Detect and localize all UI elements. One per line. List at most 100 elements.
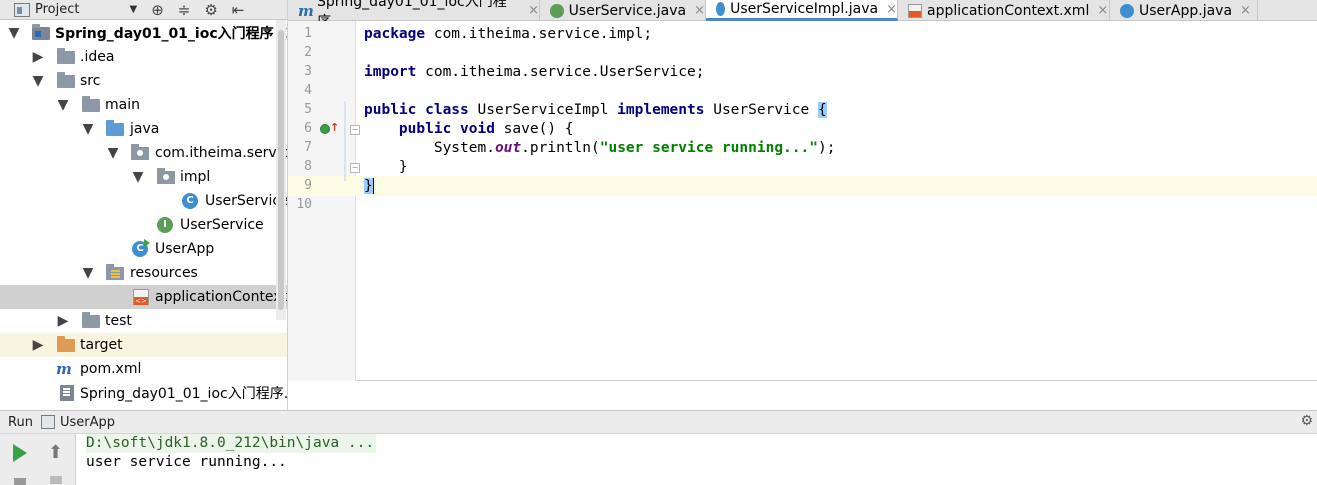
line-number: 7 bbox=[304, 140, 312, 155]
tree-item-idea[interactable]: ▶ .idea bbox=[0, 45, 287, 69]
fold-toggle-icon[interactable]: − bbox=[350, 163, 360, 173]
run-config-icon bbox=[40, 415, 55, 429]
excluded-folder-icon bbox=[57, 336, 75, 353]
xml-file-icon bbox=[908, 3, 922, 18]
line-number: 1 bbox=[304, 26, 312, 41]
rerun-play-icon[interactable] bbox=[13, 444, 27, 462]
expand-arrow-icon[interactable]: ▼ bbox=[82, 266, 94, 280]
close-icon[interactable]: × bbox=[1097, 3, 1108, 18]
project-panel-title[interactable]: Project bbox=[35, 2, 79, 17]
tree-item-iml[interactable]: Spring_day01_01_ioc入门程序.im bbox=[0, 381, 287, 405]
line-number: 6 bbox=[304, 121, 312, 136]
settings-gear-icon[interactable]: ⚙ bbox=[1300, 413, 1313, 429]
expand-arrow-icon[interactable]: ▼ bbox=[82, 122, 94, 136]
tree-item-package-impl[interactable]: ▼ impl bbox=[0, 165, 287, 189]
project-tree-scrollbar[interactable] bbox=[276, 20, 286, 320]
tab-userservice[interactable]: UserService.java × bbox=[540, 0, 706, 21]
tree-item-java[interactable]: ▼ java bbox=[0, 117, 287, 141]
expand-arrow-icon[interactable]: ▶ bbox=[57, 314, 69, 328]
line-number: 10 bbox=[296, 197, 312, 212]
stop-icon[interactable] bbox=[14, 478, 26, 485]
maven-icon: m bbox=[56, 361, 74, 377]
code-text: ); bbox=[817, 140, 836, 156]
expand-arrow-icon[interactable]: ▼ bbox=[57, 98, 69, 112]
code-text: save() { bbox=[494, 121, 574, 137]
string-literal: "user service running..." bbox=[599, 140, 818, 156]
tree-item-label: UserService bbox=[180, 217, 264, 233]
expand-arrow-icon[interactable]: ▼ bbox=[32, 74, 44, 88]
resources-folder-icon bbox=[106, 264, 124, 281]
tree-item-package-service[interactable]: ▼ com.itheima.service bbox=[0, 141, 287, 165]
implements-method-marker-icon[interactable] bbox=[320, 124, 330, 134]
tab-applicationcontext[interactable]: applicationContext.xml × bbox=[898, 0, 1110, 21]
tree-item-target[interactable]: ▶ target bbox=[0, 333, 287, 357]
close-icon[interactable]: × bbox=[886, 2, 897, 17]
expand-arrow-icon[interactable]: ▶ bbox=[32, 338, 44, 352]
caret-row-highlight bbox=[356, 176, 1317, 196]
line-number: 9 bbox=[304, 178, 312, 193]
tree-item-userapp[interactable]: C UserApp bbox=[0, 237, 287, 261]
project-view-icon bbox=[14, 2, 30, 17]
class-icon bbox=[716, 2, 726, 16]
tree-item-userserviceimpl[interactable]: C UserServiceI bbox=[0, 189, 287, 213]
settings-gear-icon[interactable]: ⚙ bbox=[204, 0, 217, 20]
scroll-down-icon[interactable] bbox=[50, 476, 62, 484]
expand-arrow-icon[interactable]: ▼ bbox=[132, 170, 144, 184]
run-window-title[interactable]: Run bbox=[8, 415, 33, 430]
tab-userserviceimpl[interactable]: UserServiceImpl.java × bbox=[706, 0, 898, 21]
close-icon[interactable]: × bbox=[694, 3, 705, 18]
expand-arrow-icon[interactable]: ▼ bbox=[107, 146, 119, 160]
method-scope-indicator bbox=[344, 101, 346, 181]
run-console-output[interactable]: D:\soft\jdk1.8.0_212\bin\java ... user s… bbox=[76, 434, 1317, 485]
console-line-command: D:\soft\jdk1.8.0_212\bin\java ... bbox=[86, 434, 377, 453]
code-line-1: package com.itheima.service.impl; bbox=[364, 25, 652, 44]
iml-file-icon bbox=[60, 385, 78, 401]
code-line-5: public class UserServiceImpl implements … bbox=[364, 101, 827, 120]
fold-toggle-icon[interactable]: − bbox=[350, 125, 360, 135]
tab-pom[interactable]: m Spring_day01_01_ioc入门程序 × bbox=[288, 0, 540, 30]
line-number: 8 bbox=[304, 159, 312, 174]
folder-icon bbox=[82, 312, 100, 329]
collapse-all-icon[interactable]: ≑ bbox=[178, 0, 191, 20]
tree-item-src[interactable]: ▼ src bbox=[0, 69, 287, 93]
project-tool-window: Project ▼ ⊕ ≑ ⚙ ⇤ ▼ Spring_day01_01_ioc入… bbox=[0, 0, 288, 410]
tree-item-label: main bbox=[105, 97, 140, 113]
close-icon[interactable]: × bbox=[528, 3, 539, 18]
run-config-tab[interactable]: UserApp bbox=[60, 415, 115, 430]
code-text: UserServiceImpl bbox=[468, 102, 618, 118]
tree-item-label: UserApp bbox=[155, 241, 215, 257]
hide-panel-icon[interactable]: ⇤ bbox=[232, 0, 245, 20]
tree-item-module-root[interactable]: ▼ Spring_day01_01_ioc入门程序D:\ bbox=[0, 21, 287, 45]
tree-item-resources[interactable]: ▼ resources bbox=[0, 261, 287, 285]
interface-icon: I bbox=[157, 217, 175, 233]
expand-arrow-icon[interactable]: ▶ bbox=[32, 50, 44, 64]
runnable-class-icon: C bbox=[132, 239, 150, 257]
run-tool-window-header: Run UserApp ⚙ bbox=[0, 410, 1317, 434]
tree-item-pom[interactable]: m pom.xml bbox=[0, 357, 287, 381]
code-editor[interactable]: 1 3 2 4 5 6 7 8 9 10 ↑ − − package com.i… bbox=[288, 21, 1317, 381]
locate-target-icon[interactable]: ⊕ bbox=[151, 0, 164, 20]
keyword: public void bbox=[398, 121, 495, 137]
interface-icon bbox=[550, 3, 564, 18]
runnable-class-icon bbox=[1120, 3, 1134, 18]
code-text: com.itheima.service.impl; bbox=[425, 26, 653, 42]
expand-arrow-icon[interactable]: ▼ bbox=[8, 26, 20, 40]
override-up-arrow-icon[interactable]: ↑ bbox=[330, 121, 339, 134]
code-text: .println( bbox=[521, 140, 600, 156]
tree-item-userservice[interactable]: I UserService bbox=[0, 213, 287, 237]
folder-icon bbox=[82, 96, 100, 113]
tree-item-label: Spring_day01_01_ioc入门程序 bbox=[55, 26, 274, 42]
run-toolbar: ⬆ bbox=[0, 434, 76, 485]
tab-label: applicationContext.xml bbox=[927, 2, 1090, 19]
view-selector-arrow-icon[interactable]: ▼ bbox=[129, 4, 137, 15]
tab-userapp[interactable]: UserApp.java × bbox=[1110, 0, 1258, 21]
tree-item-applicationcontext[interactable]: applicationContext. bbox=[0, 285, 287, 309]
scroll-up-arrow-icon[interactable]: ⬆ bbox=[48, 442, 63, 463]
tree-item-main[interactable]: ▼ main bbox=[0, 93, 287, 117]
keyword: package bbox=[364, 26, 426, 42]
folder-icon bbox=[57, 72, 75, 89]
close-icon[interactable]: × bbox=[1240, 3, 1251, 18]
tree-item-test[interactable]: ▶ test bbox=[0, 309, 287, 333]
maven-icon-letter: m bbox=[56, 360, 72, 378]
maven-icon: m bbox=[298, 1, 314, 20]
